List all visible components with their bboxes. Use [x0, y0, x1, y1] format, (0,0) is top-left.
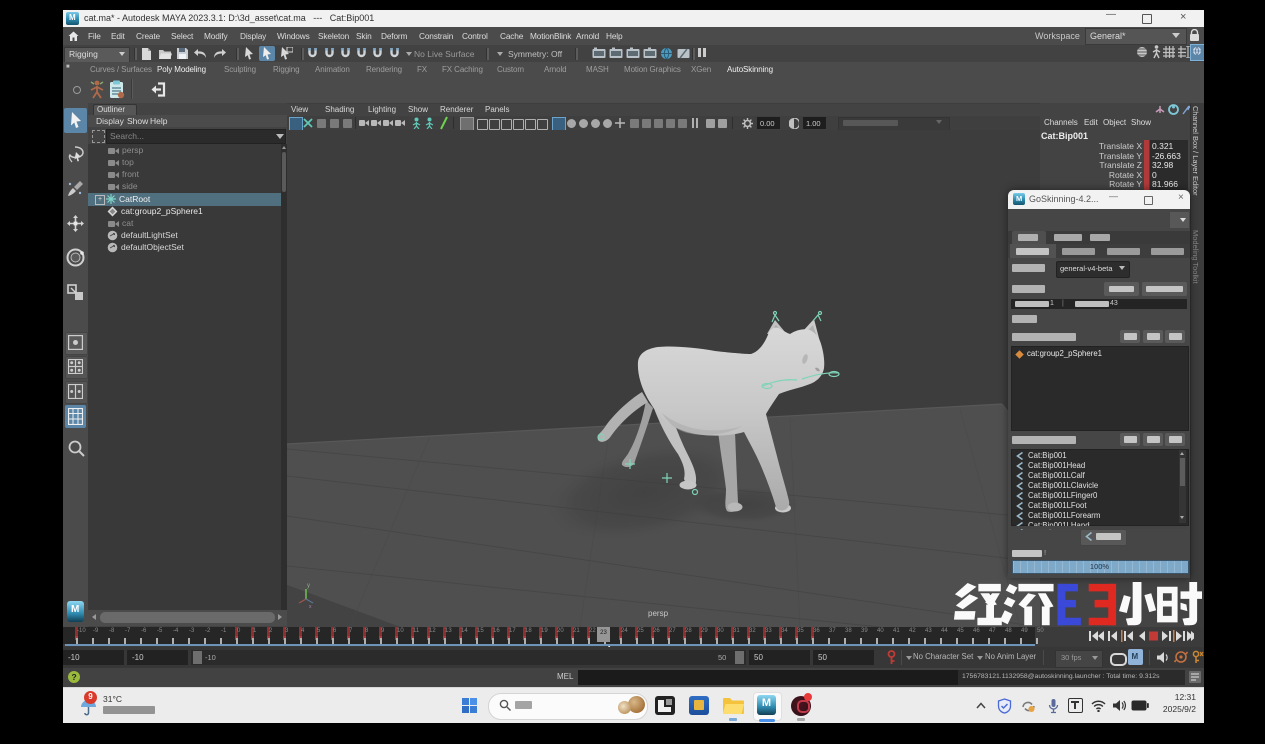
- svg-text:persp: persp: [648, 609, 669, 618]
- svg-text:y: y: [307, 583, 310, 589]
